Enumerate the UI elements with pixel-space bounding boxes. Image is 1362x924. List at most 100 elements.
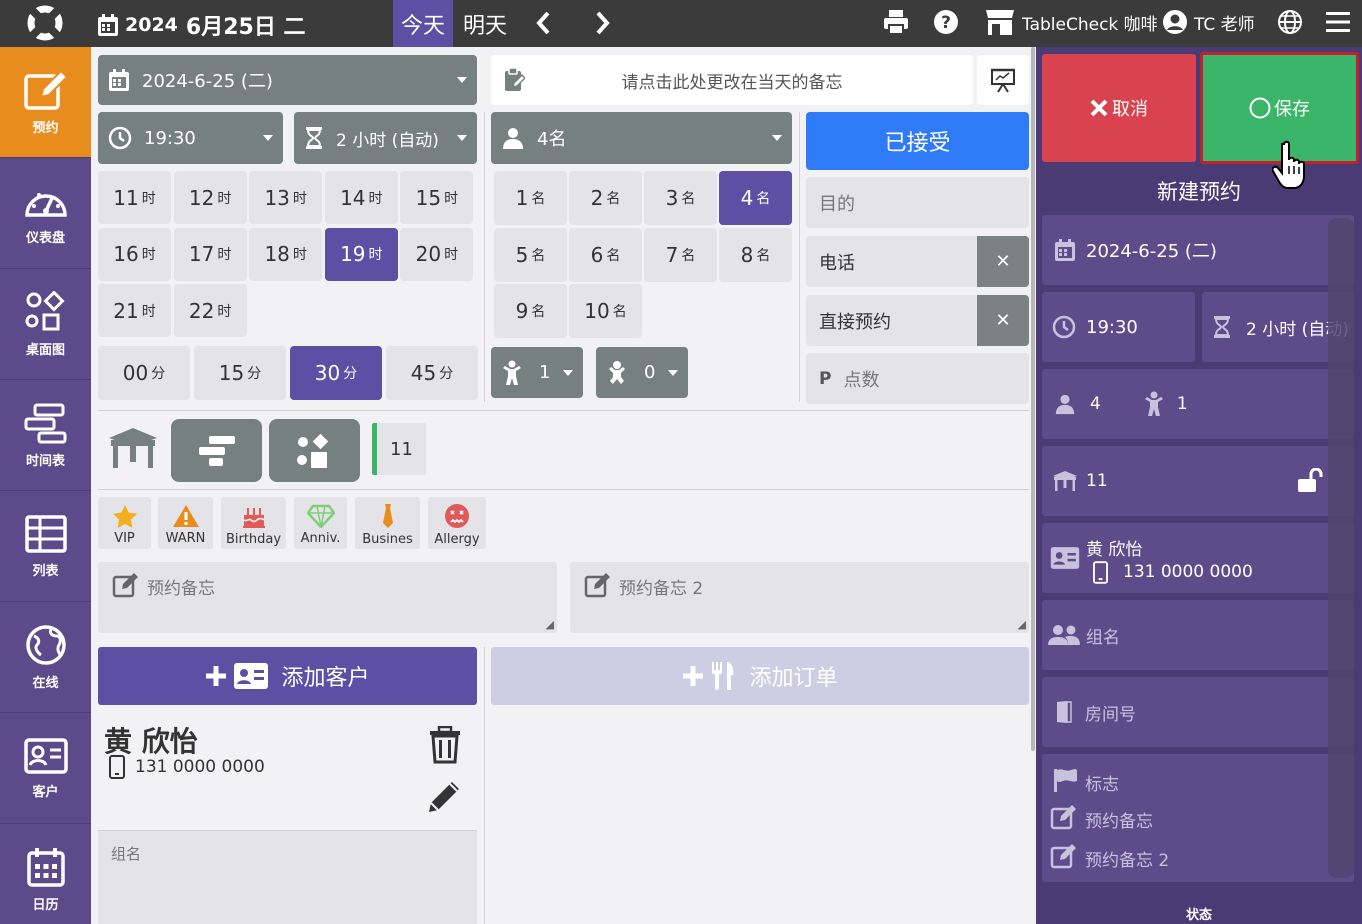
next-day-icon[interactable] bbox=[592, 10, 612, 36]
summary-party[interactable]: 4 1 bbox=[1042, 369, 1354, 439]
table-icon[interactable] bbox=[107, 426, 159, 470]
add-order-button[interactable]: 添加订单 bbox=[491, 647, 1029, 705]
daily-memo-field[interactable]: 请点击此处更改在当天的备忘 bbox=[491, 55, 973, 105]
minute-option-45[interactable]: 45 分 bbox=[386, 346, 478, 400]
today-button[interactable]: 今天 bbox=[393, 0, 453, 47]
children-select[interactable]: 1 bbox=[491, 347, 583, 398]
reservation-memo-textarea[interactable]: 预约备忘 ◢ bbox=[98, 562, 557, 633]
people-option-9[interactable]: 9名 bbox=[494, 284, 567, 338]
print-icon[interactable] bbox=[883, 9, 909, 35]
baby-icon bbox=[606, 360, 628, 386]
reservation-memo2-textarea[interactable]: 预约备忘 2 ◢ bbox=[570, 562, 1029, 633]
hour-option-15[interactable]: 15 时 bbox=[400, 171, 474, 224]
duration-select[interactable]: 2 小时 (自动) bbox=[294, 112, 477, 164]
main-scrollbar[interactable] bbox=[1031, 47, 1035, 751]
hour-option-20[interactable]: 20 时 bbox=[400, 227, 474, 281]
summary-date[interactable]: 2024-6-25 (二) bbox=[1042, 215, 1354, 285]
tag-anniversary[interactable]: Anniv. bbox=[294, 497, 347, 549]
hour-option-18[interactable]: 18 时 bbox=[249, 227, 323, 281]
people-option-1[interactable]: 1名 bbox=[494, 171, 567, 225]
minute-option-30[interactable]: 30 分 bbox=[290, 346, 382, 400]
tomorrow-button[interactable]: 明天 bbox=[455, 0, 515, 47]
customer-card-icon bbox=[233, 662, 269, 690]
people-option-2[interactable]: 2名 bbox=[569, 171, 642, 225]
trash-icon[interactable] bbox=[428, 726, 462, 764]
tag-allergy[interactable]: Allergy bbox=[428, 497, 486, 549]
hour-option-number: 21 bbox=[113, 298, 139, 323]
column-divider bbox=[484, 112, 485, 402]
app-logo-icon[interactable] bbox=[25, 3, 65, 43]
minute-option-15[interactable]: 15 分 bbox=[194, 346, 286, 400]
party-size-select[interactable]: 4名 bbox=[491, 112, 792, 164]
phone-source-field[interactable]: 电话 ✕ bbox=[806, 236, 1029, 287]
tag-business[interactable]: Busines bbox=[355, 497, 420, 549]
sidebar-item-calendar[interactable]: 日历 bbox=[0, 824, 91, 924]
direct-booking-field[interactable]: 直接预约 ✕ bbox=[806, 295, 1029, 346]
prev-day-icon[interactable] bbox=[534, 10, 554, 36]
customer-name[interactable]: 黄 欣怡 bbox=[104, 720, 198, 760]
resize-handle-icon[interactable]: ◢ bbox=[1018, 618, 1026, 631]
tag-vip[interactable]: VIP bbox=[98, 497, 151, 549]
child-icon bbox=[1143, 391, 1165, 417]
people-option-3[interactable]: 3名 bbox=[644, 171, 717, 225]
babies-select[interactable]: 0 bbox=[596, 347, 688, 398]
cancel-button[interactable]: 取消 bbox=[1042, 54, 1196, 162]
hour-option-12[interactable]: 12 时 bbox=[173, 171, 247, 224]
clear-direct-button[interactable]: ✕ bbox=[977, 295, 1029, 346]
people-option-10[interactable]: 10 名 bbox=[569, 284, 642, 338]
panel-scrollbar[interactable] bbox=[1328, 218, 1354, 878]
people-option-6[interactable]: 6名 bbox=[569, 227, 642, 282]
summary-group[interactable]: 组名 bbox=[1042, 600, 1354, 670]
store-selector[interactable]: TableCheck 咖啡 bbox=[984, 8, 1158, 36]
hour-option-13[interactable]: 13 时 bbox=[249, 171, 323, 224]
summary-flags-memos[interactable]: 标志 预约备忘 预约备忘 2 bbox=[1042, 754, 1354, 882]
tag-warn[interactable]: WARN bbox=[158, 497, 213, 549]
sidebar-item-reservation[interactable]: 预约 bbox=[0, 47, 91, 158]
hour-option-17[interactable]: 17 时 bbox=[173, 227, 247, 281]
hour-option-16[interactable]: 16 时 bbox=[98, 227, 171, 281]
purpose-field[interactable]: 目的 bbox=[806, 177, 1029, 228]
people-option-5[interactable]: 5名 bbox=[494, 227, 567, 282]
floorplan-view-button[interactable] bbox=[269, 419, 360, 482]
summary-room[interactable]: 房间号 bbox=[1042, 677, 1354, 747]
people-option-8[interactable]: 8名 bbox=[719, 227, 792, 282]
unlock-icon[interactable] bbox=[1297, 468, 1325, 494]
summary-table[interactable]: 11 bbox=[1042, 446, 1354, 516]
resize-handle-icon[interactable]: ◢ bbox=[546, 618, 554, 631]
hour-option-unit: 时 bbox=[217, 303, 232, 320]
status-accepted-button[interactable]: 已接受 bbox=[806, 112, 1029, 170]
sidebar-item-customers[interactable]: 客户 bbox=[0, 713, 91, 824]
group-name-field[interactable]: 组名 bbox=[98, 831, 477, 924]
summary-customer[interactable]: 黄 欣怡 131 0000 0000 bbox=[1042, 523, 1354, 593]
date-picker[interactable]: 2024 6月25日 二 bbox=[97, 9, 305, 41]
clear-phone-button[interactable]: ✕ bbox=[977, 236, 1029, 287]
assigned-table-badge[interactable]: 11 bbox=[372, 423, 426, 475]
hour-option-22[interactable]: 22 时 bbox=[173, 284, 247, 337]
hamburger-menu-icon[interactable] bbox=[1326, 11, 1350, 33]
language-globe-icon[interactable] bbox=[1277, 9, 1303, 35]
tag-birthday[interactable]: Birthday bbox=[221, 497, 286, 549]
hour-option-14[interactable]: 14 时 bbox=[324, 171, 398, 224]
sidebar-item-online[interactable]: 在线 bbox=[0, 602, 91, 713]
people-option-7[interactable]: 7名 bbox=[644, 227, 717, 282]
sidebar-item-list[interactable]: 列表 bbox=[0, 491, 91, 602]
date-select[interactable]: 2024-6-25 (二) bbox=[98, 55, 477, 105]
edit-icon bbox=[112, 572, 140, 598]
people-option-4[interactable]: 4名 bbox=[719, 171, 792, 225]
time-select[interactable]: 19:30 bbox=[98, 112, 283, 164]
sidebar-item-dashboard[interactable]: 仪表盘 bbox=[0, 158, 91, 269]
timetable-view-button[interactable] bbox=[171, 419, 262, 482]
hour-option-11[interactable]: 11 时 bbox=[98, 171, 171, 224]
points-field[interactable]: P 点数 bbox=[806, 353, 1029, 404]
minute-option-00[interactable]: 00 分 bbox=[98, 346, 190, 400]
sidebar-item-floorplan[interactable]: 桌面图 bbox=[0, 269, 91, 380]
hour-option-19[interactable]: 19 时 bbox=[324, 227, 398, 281]
summary-time[interactable]: 19:30 bbox=[1042, 292, 1195, 362]
presentation-icon[interactable] bbox=[977, 55, 1029, 105]
sidebar-item-timetable[interactable]: 时间表 bbox=[0, 380, 91, 491]
user-menu[interactable]: TC 老师 bbox=[1162, 9, 1255, 35]
add-customer-button[interactable]: 添加客户 bbox=[98, 647, 477, 705]
pencil-edit-icon[interactable] bbox=[426, 777, 464, 815]
hour-option-21[interactable]: 21 时 bbox=[98, 284, 171, 337]
help-icon[interactable]: ? bbox=[933, 9, 959, 35]
